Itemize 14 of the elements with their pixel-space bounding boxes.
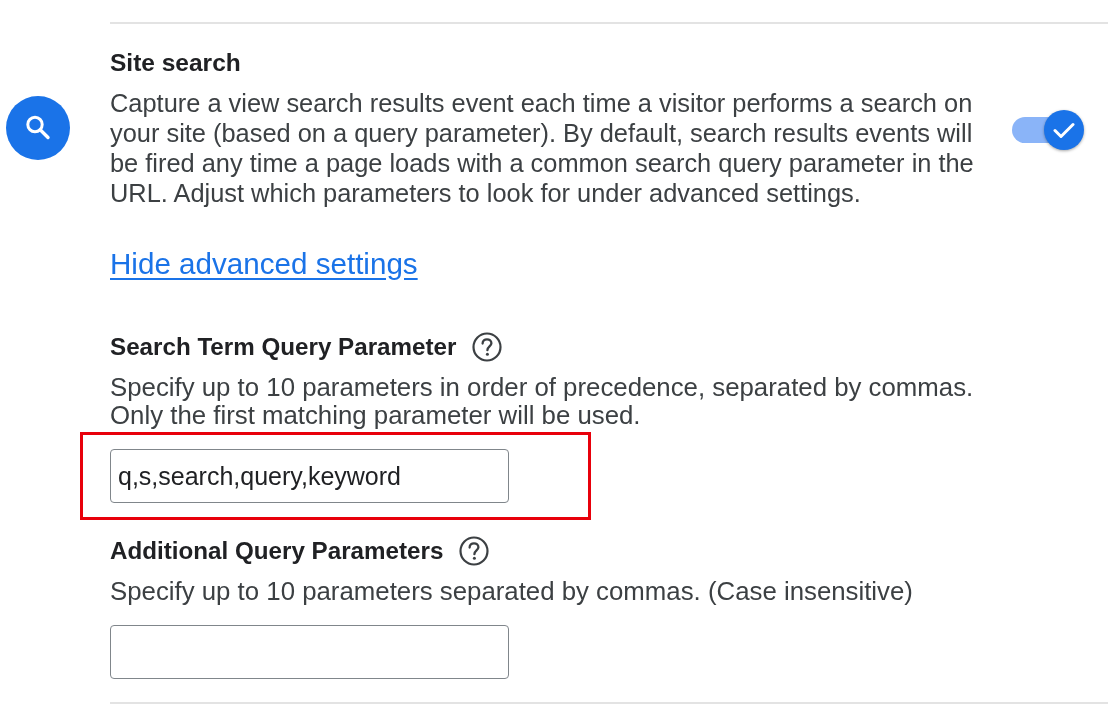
toggle-switch[interactable] [1012,110,1084,150]
check-icon [1053,121,1075,139]
help-icon[interactable] [459,536,490,566]
search-icon [6,96,70,160]
advanced-settings-link[interactable]: Hide advanced settings [110,248,418,280]
field-hint: Specify up to 10 parameters separated by commas. (Case insensitive) [110,577,914,605]
field-label: Additional Query Parameters [110,536,444,566]
input-field[interactable]: q,s,search,query,keyword [110,449,509,503]
help-icon[interactable] [472,332,503,362]
section-description: Capture a view search results event each time a visitor performs a search on your site (based on a query parameter). By default, search results events will be fired any time a page loads with a common search query parameter in the URL. Adjust which parameters to look for under advanced settings. [110,88,975,208]
input-field[interactable] [110,625,509,679]
section-title: Site search [110,48,241,78]
field-label: Search Term Query Parameter [110,332,457,362]
field-hint: Specify up to 10 parameters in order of precedence, separated by commas. Only the first matching parameter will be used. [110,373,975,429]
